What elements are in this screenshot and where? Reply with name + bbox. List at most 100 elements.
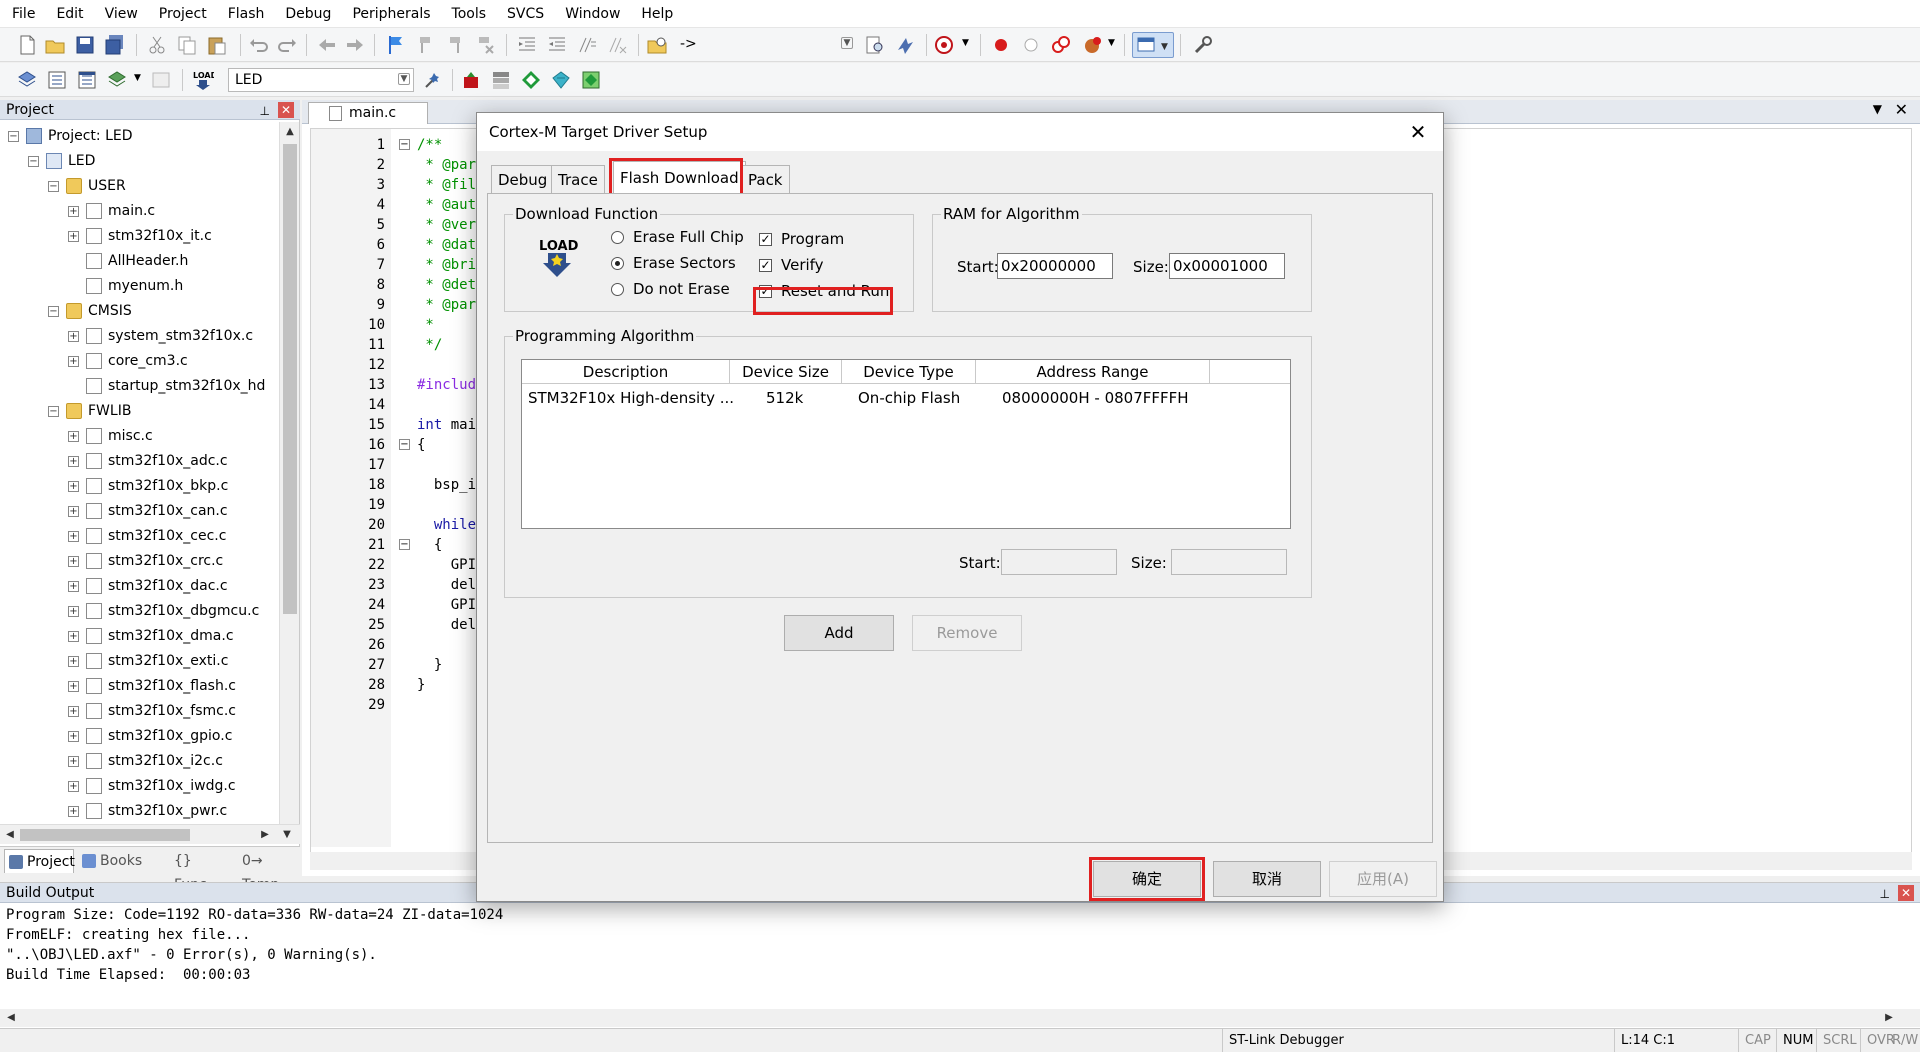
tree-item-file[interactable]: + stm32f10x_bkp.c xyxy=(0,474,280,498)
tree-item-file[interactable]: + stm32f10x_dac.c xyxy=(0,574,280,598)
run-time-env-icon[interactable] xyxy=(520,69,542,91)
editor-tab-main-c[interactable]: main.c xyxy=(308,102,428,124)
radio-erase-full-chip[interactable] xyxy=(611,231,624,244)
pack-installer-icon[interactable] xyxy=(550,69,572,91)
algo-start-field[interactable] xyxy=(1001,549,1117,575)
translate-icon[interactable] xyxy=(16,69,38,91)
fold-icon[interactable]: − xyxy=(399,539,410,550)
menu-debug[interactable]: Debug xyxy=(273,0,340,28)
expand-icon[interactable]: + xyxy=(68,506,79,517)
expand-icon[interactable]: + xyxy=(68,456,79,467)
target-options-icon[interactable] xyxy=(422,69,444,91)
expand-icon[interactable]: + xyxy=(68,806,79,817)
expand-icon[interactable]: + xyxy=(68,781,79,792)
expand-icon[interactable]: + xyxy=(68,356,79,367)
expand-icon[interactable]: + xyxy=(68,756,79,767)
disable-breakpoint-icon[interactable] xyxy=(1020,34,1042,56)
indent-icon[interactable] xyxy=(516,34,538,56)
scroll-thumb[interactable] xyxy=(283,144,297,614)
tree-item-folder[interactable]: − FWLIB xyxy=(0,399,280,423)
navigate-back-icon[interactable] xyxy=(316,34,338,56)
horizontal-scrollbar[interactable]: ◀ ▶ ▼ xyxy=(0,824,300,844)
tab-pack[interactable]: Pack xyxy=(741,165,790,193)
algo-size-field[interactable] xyxy=(1171,549,1287,575)
tree-item-file[interactable]: + stm32f10x_fsmc.c xyxy=(0,699,280,723)
tree-item-file[interactable]: + stm32f10x_dbgmcu.c xyxy=(0,599,280,623)
breakpoint-icon[interactable] xyxy=(990,34,1012,56)
rebuild-icon[interactable] xyxy=(76,69,98,91)
unindent-icon[interactable] xyxy=(546,34,568,56)
tab-list-dropdown-icon[interactable]: ▼ xyxy=(1873,102,1882,116)
debug-dropdown-icon[interactable]: ▼ xyxy=(962,38,969,48)
file-extensions-icon[interactable] xyxy=(460,69,482,91)
tree-item-file[interactable]: + stm32f10x_gpio.c xyxy=(0,724,280,748)
col-device-type[interactable]: Device Type xyxy=(842,360,976,384)
panel-tab-2[interactable]: {} Func... xyxy=(152,849,222,893)
tree-item-target[interactable]: − LED xyxy=(0,149,280,173)
open-file-icon[interactable] xyxy=(44,34,66,56)
tree-item-file[interactable]: + stm32f10x_i2c.c xyxy=(0,749,280,773)
new-file-icon[interactable] xyxy=(16,34,38,56)
fold-icon[interactable]: − xyxy=(399,139,410,150)
select-software-packs-icon[interactable] xyxy=(580,69,602,91)
pin-icon[interactable]: ⊥ xyxy=(260,101,270,121)
panel-tab-0[interactable]: Project xyxy=(4,849,75,873)
tree-item-file[interactable]: + core_cm3.c xyxy=(0,349,280,373)
expand-icon[interactable]: + xyxy=(68,606,79,617)
uncomment-icon[interactable] xyxy=(606,34,628,56)
tree-item-file[interactable]: + stm32f10x_iwdg.c xyxy=(0,774,280,798)
batch-build-icon[interactable] xyxy=(106,69,128,91)
tree-item-file[interactable]: + stm32f10x_crc.c xyxy=(0,549,280,573)
scroll-left-icon[interactable]: ◀ xyxy=(2,1009,20,1027)
cut-icon[interactable] xyxy=(146,34,168,56)
find-in-files-icon[interactable] xyxy=(646,34,668,56)
collapse-icon[interactable]: − xyxy=(8,131,19,142)
bookmark-icon[interactable] xyxy=(384,34,406,56)
col-description[interactable]: Description xyxy=(522,360,730,384)
navigate-forward-icon[interactable] xyxy=(344,34,366,56)
configure-icon[interactable] xyxy=(1192,34,1214,56)
cancel-button[interactable]: 取消 xyxy=(1213,861,1321,897)
add-button[interactable]: Add xyxy=(784,615,894,651)
collapse-icon[interactable]: − xyxy=(48,181,59,192)
target-select[interactable]: LED ▼ xyxy=(228,68,414,92)
tree-item-file[interactable]: + stm32f10x_adc.c xyxy=(0,449,280,473)
menu-flash[interactable]: Flash xyxy=(216,0,274,28)
menu-project[interactable]: Project xyxy=(147,0,216,28)
save-all-icon[interactable] xyxy=(104,34,126,56)
expand-icon[interactable]: + xyxy=(68,706,79,717)
scroll-right-icon[interactable]: ▶ xyxy=(1880,1009,1898,1027)
comment-icon[interactable] xyxy=(576,34,598,56)
tree-item-file[interactable]: AllHeader.h xyxy=(0,249,280,273)
stop-build-icon[interactable] xyxy=(150,69,172,91)
tree-item-file[interactable]: myenum.h xyxy=(0,274,280,298)
collapse-icon[interactable]: − xyxy=(28,156,39,167)
manage-components-icon[interactable] xyxy=(490,69,512,91)
download-load-icon[interactable]: LOAD xyxy=(192,69,218,91)
fold-icon[interactable]: − xyxy=(399,439,410,450)
tree-item-file[interactable]: + stm32f10x_exti.c xyxy=(0,649,280,673)
ram-start-field[interactable]: 0x20000000 xyxy=(997,253,1113,279)
scroll-up-icon[interactable]: ▲ xyxy=(281,123,299,141)
copy-icon[interactable] xyxy=(176,34,198,56)
panel-tab-1[interactable]: Books xyxy=(78,849,148,873)
tree-item-file[interactable]: + main.c xyxy=(0,199,280,223)
menu-svcs[interactable]: SVCS xyxy=(495,0,553,28)
expand-icon[interactable]: + xyxy=(68,206,79,217)
tree-item-file[interactable]: startup_stm32f10x_hd xyxy=(0,374,280,398)
tree-item-project[interactable]: − Project: LED xyxy=(0,124,280,148)
kill-all-breakpoints-icon[interactable] xyxy=(1082,34,1104,56)
scroll-thumb[interactable] xyxy=(20,829,190,841)
redo-icon[interactable] xyxy=(276,34,298,56)
menu-peripherals[interactable]: Peripherals xyxy=(340,0,439,28)
expand-icon[interactable]: + xyxy=(68,581,79,592)
radio-erase-sectors[interactable] xyxy=(611,257,624,270)
menu-view[interactable]: View xyxy=(93,0,147,28)
tree-item-file[interactable]: + stm32f10x_cec.c xyxy=(0,524,280,548)
dialog-close-icon[interactable]: ✕ xyxy=(1405,119,1431,145)
tree-item-file[interactable]: + stm32f10x_flash.c xyxy=(0,674,280,698)
tree-item-folder[interactable]: − CMSIS xyxy=(0,299,280,323)
expand-icon[interactable]: + xyxy=(68,556,79,567)
next-bookmark-icon[interactable] xyxy=(444,34,466,56)
apply-button[interactable]: 应用(A) xyxy=(1329,861,1437,897)
